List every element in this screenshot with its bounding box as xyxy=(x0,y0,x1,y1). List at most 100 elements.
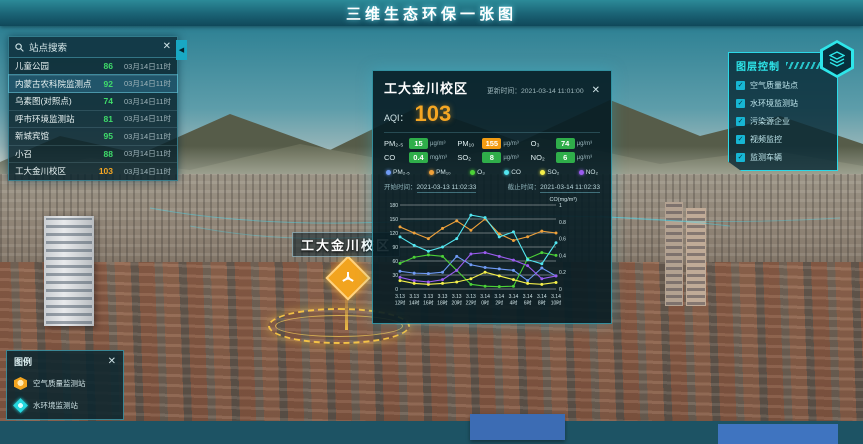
update-time-label: 更新时间： xyxy=(487,88,521,95)
series-legend-item[interactable]: PM₁₀ xyxy=(429,169,451,176)
pollutant-unit: µg/m³ xyxy=(503,155,518,161)
svg-text:CO(mg/m³): CO(mg/m³) xyxy=(550,197,578,203)
svg-text:3.142时: 3.142时 xyxy=(494,294,504,307)
series-label: CO xyxy=(511,169,521,176)
pollutant-grid: PM₂.₅15µg/m³PM₁₀155µg/m³O₃74µg/m³CO0.4mg… xyxy=(384,132,600,163)
svg-text:3.1320时: 3.1320时 xyxy=(451,294,462,307)
station-row[interactable]: 儿童公园8603月14日11时 xyxy=(9,58,177,75)
air-station-marker-icon xyxy=(14,377,27,390)
station-update-time: 03月14日11时 xyxy=(113,61,171,72)
layer-checkbox[interactable]: ✓ xyxy=(736,135,745,144)
station-row[interactable]: 呼市环境监测站8103月14日11时 xyxy=(9,110,177,128)
svg-text:3.1316时: 3.1316时 xyxy=(423,294,434,307)
pollutant-name: NO₂ xyxy=(531,153,556,162)
svg-text:3.146时: 3.146时 xyxy=(523,294,533,307)
series-legend-item[interactable]: O₃ xyxy=(470,169,485,176)
station-update-time: 03月14日11时 xyxy=(113,148,171,159)
station-row[interactable]: 内蒙古农科院监测点9203月14日11时 xyxy=(9,75,177,93)
water-station-marker-icon xyxy=(13,398,28,413)
series-legend-item[interactable]: PM₂.₅ xyxy=(386,169,410,176)
station-aqi: 103 xyxy=(91,166,113,176)
layer-checkbox[interactable]: ✓ xyxy=(736,153,745,162)
series-color-dot xyxy=(429,170,434,175)
chart-series-legend: PM₂.₅ PM₁₀ O₃ CO SO₂ NO₂ xyxy=(384,169,600,176)
series-label: NO₂ xyxy=(586,169,598,176)
layer-item[interactable]: ✓视频监控 xyxy=(736,134,830,145)
series-color-dot xyxy=(470,170,475,175)
legend-label: 水环境监测站 xyxy=(33,400,78,411)
layer-checkbox[interactable]: ✓ xyxy=(736,81,745,90)
legend-item: 水环境监测站 xyxy=(14,399,116,412)
layer-checkbox[interactable]: ✓ xyxy=(736,99,745,108)
app-header: 三维生态环保一张图 xyxy=(0,0,863,26)
station-aqi: 74 xyxy=(91,96,113,106)
start-time-label: 开始时间： xyxy=(384,184,417,191)
svg-text:0.6: 0.6 xyxy=(559,237,566,243)
series-label: PM₂.₅ xyxy=(393,169,410,176)
layer-item[interactable]: ✓ 空气质量站点 xyxy=(736,80,830,91)
start-time: 开始时间：2021-03-13 11:02:33 xyxy=(384,181,476,191)
pollutant-cell: O₃74µg/m³ xyxy=(531,138,600,149)
svg-text:3.148时: 3.148时 xyxy=(537,294,547,307)
end-time: 截止时间：2021-03-14 11:02:33 xyxy=(508,181,600,191)
layer-checkbox[interactable]: ✓ xyxy=(736,117,745,126)
station-name: 乌素图(对照点) xyxy=(15,95,91,107)
series-legend-item[interactable]: NO₂ xyxy=(579,169,598,176)
station-row[interactable]: 新城宾馆9503月14日11时 xyxy=(9,127,177,145)
station-row[interactable]: 小召8803月14日11时 xyxy=(9,145,177,163)
layer-label: 空气质量站点 xyxy=(750,80,798,91)
layer-label: 污染源企业 xyxy=(750,116,790,127)
layer-item[interactable]: ✓ 监测车辆 xyxy=(736,152,830,163)
station-panel-close-icon[interactable]: ✕ xyxy=(163,42,171,52)
pollutant-name: PM₂.₅ xyxy=(384,139,409,148)
series-legend-item[interactable]: CO xyxy=(504,169,521,176)
pollutant-unit: µg/m³ xyxy=(430,141,445,147)
map-legend-panel: 图例 ✕ 空气质量监测站水环境监测站 xyxy=(6,350,124,420)
time-range-row: 开始时间：2021-03-13 11:02:33 截止时间：2021-03-14… xyxy=(384,181,600,191)
layer-label: 监测车辆 xyxy=(750,152,782,163)
popup-update-time: 更新时间：2021-03-14 11:01:00 xyxy=(468,85,584,95)
series-label: PM₁₀ xyxy=(436,169,451,176)
pollutant-value-badge: 74 xyxy=(556,138,575,149)
series-color-dot xyxy=(540,170,545,175)
page-title: 三维生态环保一张图 xyxy=(346,3,517,24)
blue-roof-warehouse-1 xyxy=(470,414,565,440)
search-icon xyxy=(15,43,24,52)
svg-text:3.1322时: 3.1322时 xyxy=(466,294,477,307)
pollutant-name: O₃ xyxy=(531,139,556,148)
legend-list: 空气质量监测站水环境监测站 xyxy=(14,377,116,412)
station-aqi: 86 xyxy=(91,61,113,71)
station-panel-title: 站点搜索 xyxy=(29,40,163,54)
station-update-time: 03月14日11时 xyxy=(113,131,171,142)
pollutant-unit: mg/m³ xyxy=(430,155,447,161)
station-detail-popup: 工大金川校区 更新时间：2021-03-14 11:01:00 ✕ AQI： 1… xyxy=(372,70,612,324)
windmill-icon xyxy=(341,271,355,285)
station-row[interactable]: 工大金川校区10303月14日11时 xyxy=(9,162,177,180)
layers-icon xyxy=(823,43,851,75)
svg-text:90: 90 xyxy=(392,245,398,251)
popup-close-icon[interactable]: ✕ xyxy=(592,86,600,96)
series-legend-item[interactable]: SO₂ xyxy=(540,169,559,176)
station-row[interactable]: 乌素图(对照点)7403月14日11时 xyxy=(9,92,177,110)
station-aqi: 92 xyxy=(91,79,113,89)
layer-item[interactable]: ✓ 污染源企业 xyxy=(736,116,830,127)
sidebar-collapse-handle[interactable]: ◀ xyxy=(176,40,187,60)
svg-text:0.8: 0.8 xyxy=(559,220,566,226)
pollutant-value-badge: 8 xyxy=(482,152,501,163)
layer-item[interactable]: ✓水环境监测站 xyxy=(736,98,830,109)
svg-text:0.4: 0.4 xyxy=(559,253,566,259)
station-search-panel: 站点搜索 ✕ 儿童公园8603月14日11时内蒙古农科院监测点9203月14日1… xyxy=(8,36,178,181)
popup-title: 工大金川校区 xyxy=(384,78,468,97)
svg-text:3.1314时: 3.1314时 xyxy=(409,294,420,307)
start-time-value[interactable]: 2021-03-13 11:02:33 xyxy=(417,184,477,193)
svg-text:30: 30 xyxy=(392,273,398,279)
svg-text:0.2: 0.2 xyxy=(559,270,566,276)
pollutant-cell: NO₂6µg/m³ xyxy=(531,152,600,163)
svg-text:0: 0 xyxy=(559,287,562,293)
pollutant-cell: CO0.4mg/m³ xyxy=(384,152,453,163)
legend-panel-close-icon[interactable]: ✕ xyxy=(108,357,116,367)
svg-text:3.1410时: 3.1410时 xyxy=(551,294,562,307)
legend-label: 空气质量监测站 xyxy=(33,378,86,389)
pollutant-name: SO₂ xyxy=(457,153,482,162)
end-time-value[interactable]: 2021-03-14 11:02:33 xyxy=(540,184,600,193)
